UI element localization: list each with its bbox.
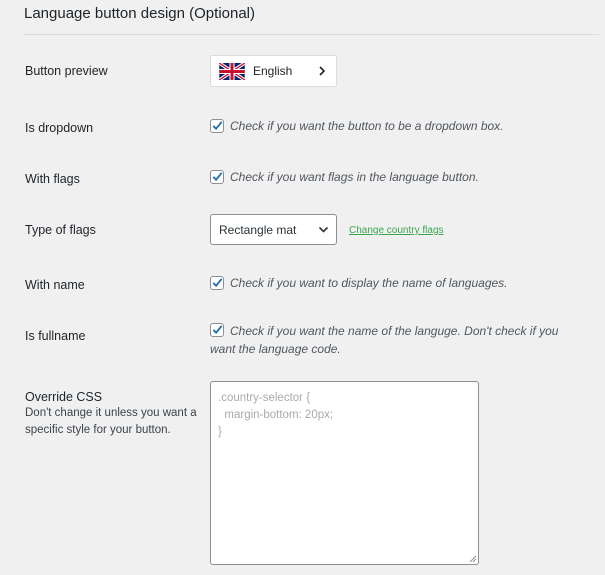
section-divider xyxy=(24,34,599,35)
settings-panel: Language button design (Optional) Button… xyxy=(0,0,605,575)
override-css-label: Override CSS xyxy=(25,390,103,404)
with-name-checkbox[interactable] xyxy=(210,276,224,290)
is-dropdown-checkbox[interactable] xyxy=(210,119,224,133)
language-button-preview[interactable]: English xyxy=(210,55,337,87)
is-fullname-label: Is fullname xyxy=(25,329,86,343)
with-name-description: Check if you want to display the name of… xyxy=(230,276,508,290)
checkmark-icon xyxy=(212,121,223,131)
type-of-flags-label: Type of flags xyxy=(25,223,96,237)
with-name-label: With name xyxy=(25,278,85,292)
language-name: English xyxy=(253,64,293,78)
override-css-textarea[interactable]: .country-selector { margin-bottom: 20px;… xyxy=(210,381,479,565)
override-css-placeholder: .country-selector { margin-bottom: 20px;… xyxy=(218,392,334,438)
change-country-flags-link[interactable]: Change country flags xyxy=(349,225,444,237)
checkmark-icon xyxy=(212,278,223,288)
button-preview-label: Button preview xyxy=(25,64,108,78)
section-title: Language button design (Optional) xyxy=(24,5,256,22)
chevron-down-icon xyxy=(318,226,329,233)
flag-type-select[interactable]: Rectangle mat xyxy=(210,214,337,245)
is-dropdown-description: Check if you want the button to be a dro… xyxy=(230,119,504,133)
override-css-description: Don't change it unless you want a specif… xyxy=(25,407,197,436)
with-flags-description: Check if you want flags in the language … xyxy=(230,170,479,184)
with-flags-label: With flags xyxy=(25,172,80,186)
with-flags-checkbox[interactable] xyxy=(210,170,224,184)
flag-type-selected-value: Rectangle mat xyxy=(219,223,297,237)
resize-handle-icon[interactable] xyxy=(469,555,477,563)
uk-flag-icon xyxy=(219,63,245,80)
is-fullname-description: Check if you want the name of the langug… xyxy=(210,324,559,356)
is-dropdown-label: Is dropdown xyxy=(25,121,94,135)
checkmark-icon xyxy=(212,172,223,182)
chevron-right-icon xyxy=(319,66,326,76)
